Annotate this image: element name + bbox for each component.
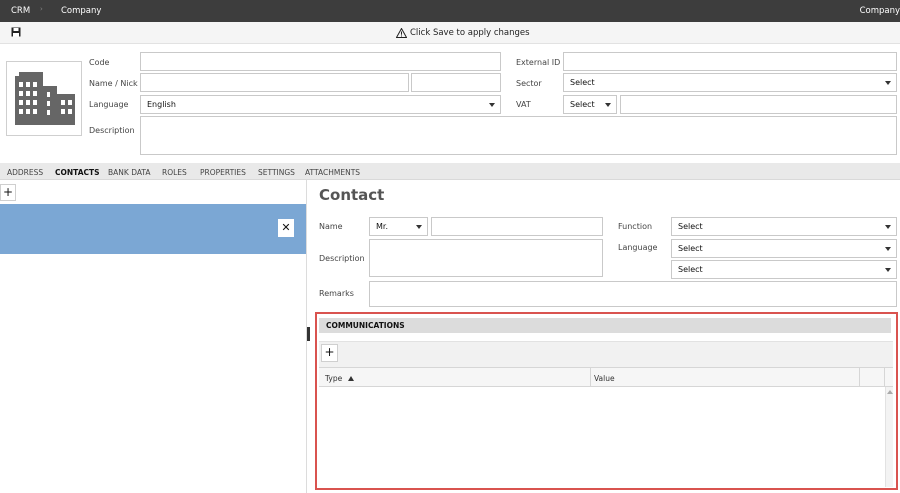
vat-input[interactable] xyxy=(620,95,897,114)
contact-title: Contact xyxy=(319,186,385,204)
nick-input[interactable] xyxy=(411,73,501,92)
function-select-value: Select xyxy=(678,222,703,231)
breadcrumb-company[interactable]: Company xyxy=(61,6,101,16)
contact-list-item-selected[interactable] xyxy=(0,204,306,254)
code-label: Code xyxy=(89,58,110,67)
save-bar: Click Save to apply changes xyxy=(0,22,900,44)
language-label: Language xyxy=(89,100,129,109)
contact-remarks-input[interactable] xyxy=(369,281,897,307)
contact-language-select-2[interactable]: Select xyxy=(671,260,897,279)
plus-icon: + xyxy=(2,185,14,199)
name-input[interactable] xyxy=(140,73,409,92)
tab-contacts[interactable]: CONTACTS xyxy=(55,168,100,177)
sector-select[interactable]: Select xyxy=(563,73,897,92)
tab-address[interactable]: ADDRESS xyxy=(7,168,43,177)
tab-roles[interactable]: ROLES xyxy=(162,168,187,177)
add-contact-button[interactable]: + xyxy=(0,184,16,201)
company-logo[interactable] xyxy=(6,61,82,136)
contact-name-input[interactable] xyxy=(431,217,603,236)
contact-language-select[interactable]: Select xyxy=(671,239,897,258)
description-label: Description xyxy=(89,126,135,135)
warning-icon xyxy=(396,28,407,38)
contact-name-label: Name xyxy=(319,222,343,231)
code-input[interactable] xyxy=(140,52,501,71)
description-input[interactable] xyxy=(140,116,897,155)
topbar-right-label: Company xyxy=(859,6,900,16)
tab-settings[interactable]: SETTINGS xyxy=(258,168,295,177)
save-message: Click Save to apply changes xyxy=(396,28,530,38)
tab-bank-data[interactable]: BANK DATA xyxy=(108,168,151,177)
contact-language-value: Select xyxy=(678,244,703,253)
building-icon xyxy=(15,72,75,125)
save-icon[interactable] xyxy=(11,27,21,37)
vat-country-value: Select xyxy=(570,100,595,109)
external-id-input[interactable] xyxy=(563,52,897,71)
sector-label: Sector xyxy=(516,79,542,88)
remove-contact-button[interactable]: ✕ xyxy=(278,219,294,237)
language-select-value: English xyxy=(147,100,176,109)
splitter-handle[interactable] xyxy=(307,327,310,341)
contact-remarks-label: Remarks xyxy=(319,289,354,298)
breadcrumb-crm[interactable]: CRM xyxy=(11,6,30,16)
contact-language-value-2: Select xyxy=(678,265,703,274)
contact-language-label: Language xyxy=(618,243,658,252)
contact-function-label: Function xyxy=(618,222,653,231)
language-select[interactable]: English xyxy=(140,95,501,114)
communications-highlight xyxy=(315,312,898,490)
external-id-label: External ID xyxy=(516,58,561,67)
name-label: Name / Nick xyxy=(89,79,138,88)
close-icon: ✕ xyxy=(281,221,291,234)
sector-select-value: Select xyxy=(570,78,595,87)
salutation-select[interactable]: Mr. xyxy=(369,217,428,236)
tab-attachments[interactable]: ATTACHMENTS xyxy=(305,168,360,177)
tab-bar: ADDRESS CONTACTS BANK DATA ROLES PROPERT… xyxy=(0,163,900,180)
breadcrumb-separator: › xyxy=(40,5,43,13)
salutation-value: Mr. xyxy=(376,222,388,231)
contact-description-input[interactable] xyxy=(369,239,603,277)
top-bar: CRM › Company Company xyxy=(0,0,900,22)
contact-description-label: Description xyxy=(319,254,365,263)
save-message-text: Click Save to apply changes xyxy=(410,28,530,38)
tab-properties[interactable]: PROPERTIES xyxy=(200,168,246,177)
function-select[interactable]: Select xyxy=(671,217,897,236)
vat-label: VAT xyxy=(516,100,531,109)
vat-country-select[interactable]: Select xyxy=(563,95,617,114)
